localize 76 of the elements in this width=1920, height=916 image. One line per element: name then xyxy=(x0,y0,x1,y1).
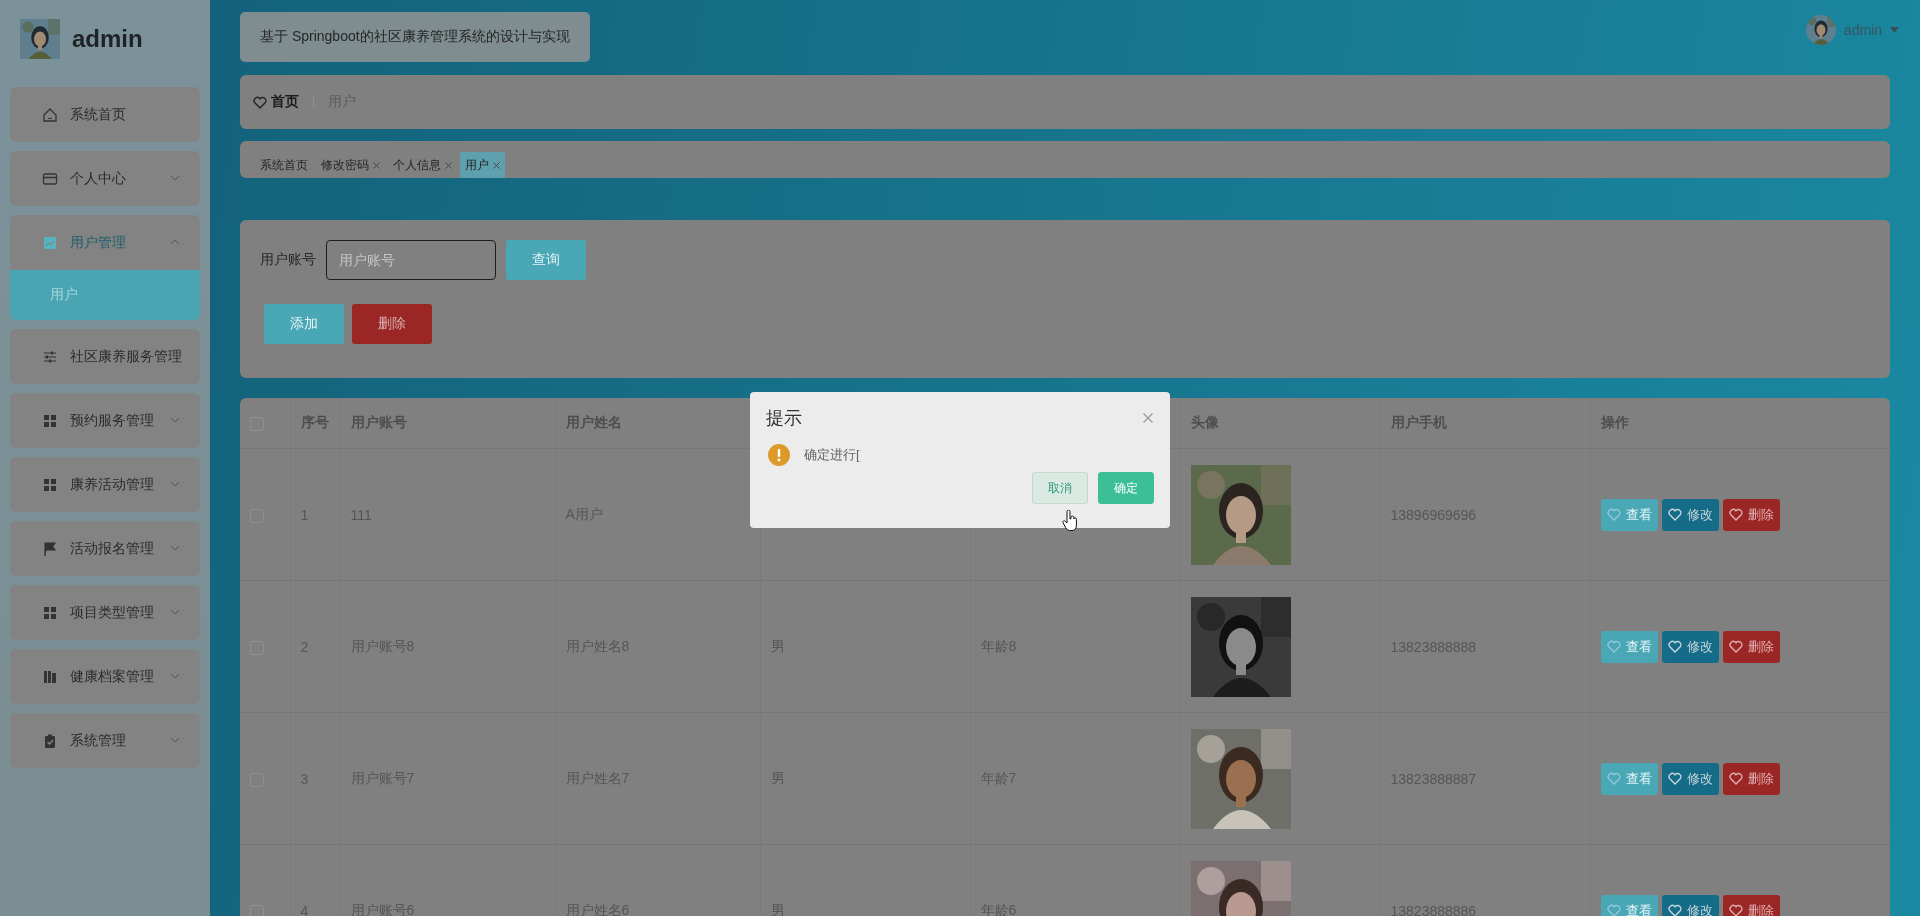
chevron-down-icon xyxy=(170,673,180,679)
heart-icon xyxy=(1728,508,1743,521)
clipboard-check-icon xyxy=(42,732,58,749)
menu-item[interactable]: 社区康养服务管理 xyxy=(10,329,200,384)
heart-icon xyxy=(1606,640,1621,653)
chevron-down-icon xyxy=(170,737,180,743)
chevron-down-icon xyxy=(170,417,180,423)
hand-cursor-icon xyxy=(1062,510,1078,532)
view-button[interactable]: 查看 xyxy=(1600,498,1658,531)
edit-button[interactable]: 修改 xyxy=(1661,762,1719,795)
chevron-down-icon xyxy=(170,609,180,615)
close-icon xyxy=(493,161,500,169)
heart-icon xyxy=(1606,508,1621,521)
dialog-message: 确定进行[ xyxy=(804,446,860,464)
dialog-title: 提示 xyxy=(766,407,802,430)
menu-item[interactable]: 系统首页 xyxy=(10,87,200,142)
chevron-down-icon xyxy=(170,175,180,181)
heart-icon xyxy=(1667,508,1682,521)
breadcrumb-link[interactable]: 首页 xyxy=(271,93,299,111)
field-label: 用户账号 xyxy=(260,251,316,269)
cancel-button[interactable]: 取消 xyxy=(1032,472,1088,504)
delete-button[interactable]: 删除 xyxy=(1722,762,1780,795)
heart-icon xyxy=(1667,640,1682,653)
card-icon xyxy=(42,170,58,187)
chevron-down-icon xyxy=(170,481,180,487)
home-icon xyxy=(42,106,58,123)
chart-icon xyxy=(42,234,58,251)
menu-item[interactable]: 系统管理 xyxy=(10,713,200,768)
heart-icon xyxy=(1667,904,1682,916)
confirm-button[interactable]: 确定 xyxy=(1098,472,1154,504)
edit-button[interactable]: 修改 xyxy=(1661,498,1719,531)
system-title: 基于 Springboot的社区康养管理系统的设计与实现 xyxy=(240,12,590,62)
view-button[interactable]: 查看 xyxy=(1600,762,1658,795)
books-icon xyxy=(42,668,58,685)
view-button[interactable]: 查看 xyxy=(1600,894,1658,916)
menu-item[interactable]: 活动报名管理 xyxy=(10,521,200,576)
menu-item[interactable]: 项目类型管理 xyxy=(10,585,200,640)
edit-button[interactable]: 修改 xyxy=(1661,630,1719,663)
brand-name: admin xyxy=(72,25,143,53)
delete-button[interactable]: 删除 xyxy=(1722,630,1780,663)
add-button[interactable]: 添加 xyxy=(264,304,344,344)
menu-item[interactable]: 预约服务管理 xyxy=(10,393,200,448)
heart-icon xyxy=(1606,904,1621,916)
menu-item[interactable]: 康养活动管理 xyxy=(10,457,200,512)
heart-icon xyxy=(1606,772,1621,785)
grid-icon xyxy=(42,412,58,429)
chevron-down-icon xyxy=(170,545,180,551)
menu-item[interactable]: 健康档案管理 xyxy=(10,649,200,704)
view-button[interactable]: 查看 xyxy=(1600,630,1658,663)
flag-icon xyxy=(42,540,58,557)
caret-down-icon xyxy=(1890,27,1899,33)
grid-icon xyxy=(42,604,58,621)
warning-icon xyxy=(768,444,790,466)
close-button[interactable] xyxy=(1142,412,1154,424)
close-icon xyxy=(1143,413,1153,423)
heart-icon xyxy=(253,95,267,109)
delete-button[interactable]: 删除 xyxy=(1722,498,1780,531)
heart-icon xyxy=(1728,904,1743,916)
edit-button[interactable]: 修改 xyxy=(1661,894,1719,916)
tab[interactable]: 修改密码 xyxy=(316,152,385,178)
heart-icon xyxy=(1667,772,1682,785)
grid-icon xyxy=(42,476,58,493)
menu-item[interactable]: 个人中心 xyxy=(10,151,200,206)
tab[interactable]: 系统首页 xyxy=(255,152,313,178)
delete-button[interactable]: 删除 xyxy=(1722,894,1780,916)
search-button[interactable]: 查询 xyxy=(506,240,586,280)
heart-icon xyxy=(1728,772,1743,785)
chevron-up-icon xyxy=(170,239,180,245)
close-icon xyxy=(373,161,380,169)
delete-button[interactable]: 删除 xyxy=(352,304,432,344)
heart-icon xyxy=(1728,640,1743,653)
search-field[interactable]: 用户账号 xyxy=(326,240,496,280)
tab[interactable]: 用户 xyxy=(460,152,505,178)
close-icon xyxy=(445,161,452,169)
tab[interactable]: 个人信息 xyxy=(388,152,457,178)
menu-item[interactable]: 用户管理 xyxy=(10,215,200,270)
